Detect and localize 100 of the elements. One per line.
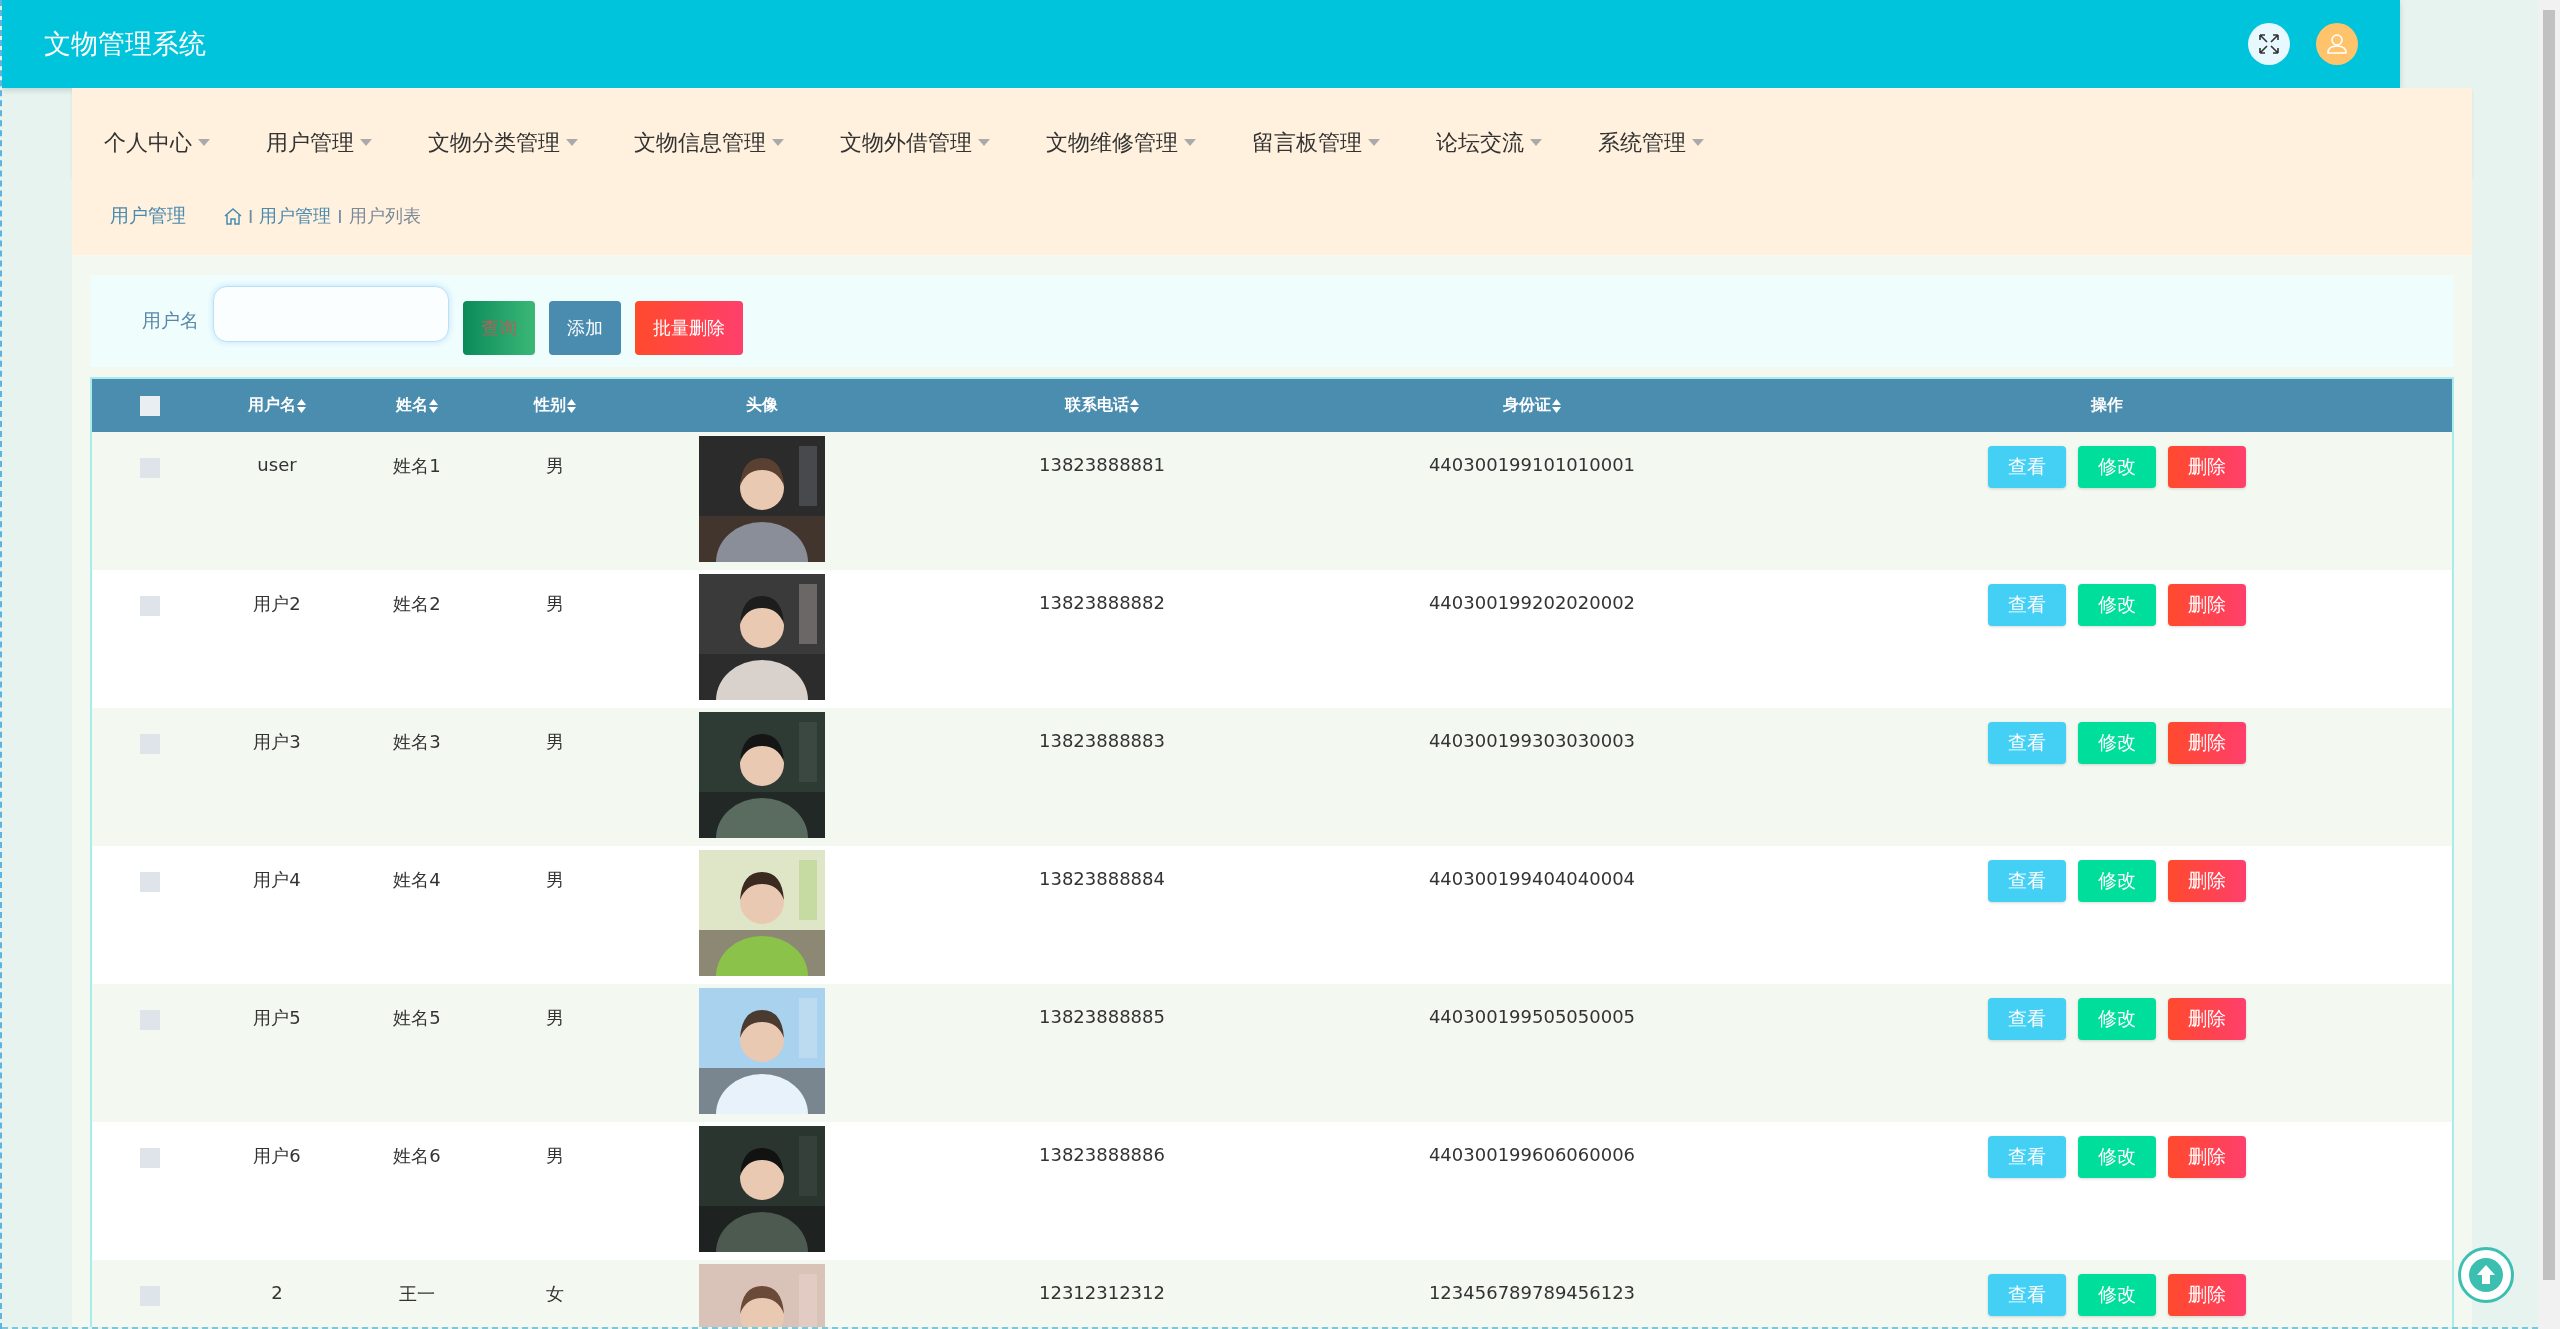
action-button[interactable]: 删除 (2168, 584, 2246, 626)
sort-icon (429, 398, 438, 413)
table-cell-text: 13823888883 (1038, 729, 1166, 751)
action-button[interactable]: 修改 (2078, 1274, 2156, 1316)
row-checkbox[interactable] (139, 872, 160, 892)
nav-menu-item[interactable]: 系统管理 (1598, 127, 1704, 158)
action-button[interactable]: 查看 (1988, 584, 2066, 626)
action-button[interactable]: 修改 (2078, 446, 2156, 488)
table-cell-text: user (256, 453, 298, 475)
table-cell-text: 440300199202020002 (1427, 591, 1637, 613)
table-cell-text: 姓名3 (392, 730, 442, 754)
user-icon (2326, 33, 2348, 55)
caret-icon (1184, 139, 1196, 146)
delete-button[interactable]: 批量删除 (635, 301, 743, 355)
breadcrumb-separator: I (337, 205, 343, 227)
table-cell-text: 用户2 (252, 592, 302, 616)
page-title: 用户管理 (110, 203, 186, 228)
column-header: 头像 (745, 395, 779, 416)
action-button[interactable]: 删除 (2168, 1274, 2246, 1316)
fullscreen-button[interactable] (2248, 23, 2290, 65)
select-all-checkbox[interactable] (139, 395, 160, 416)
table-cell-text: 2 (270, 1281, 284, 1303)
back-to-top-button[interactable] (2458, 1247, 2514, 1303)
row-checkbox[interactable] (139, 1148, 160, 1168)
caret-icon (198, 139, 210, 146)
table-cell-text: 男 (544, 1006, 565, 1030)
sort-icon (297, 398, 306, 413)
table-cell-text: 男 (544, 592, 565, 616)
username-input[interactable] (213, 286, 449, 342)
table-cell-text: 用户6 (252, 1144, 302, 1168)
column-header[interactable]: 性别 (487, 395, 622, 416)
action-button[interactable]: 查看 (1988, 1136, 2066, 1178)
action-button[interactable]: 查看 (1988, 446, 2066, 488)
nav-menu-item[interactable]: 文物信息管理 (634, 127, 784, 158)
caret-icon (1368, 139, 1380, 146)
action-button[interactable]: 删除 (2168, 1136, 2246, 1178)
table-cell-text: 用户3 (252, 730, 302, 754)
sort-icon (1552, 398, 1561, 413)
breadcrumb-separator: I (248, 205, 254, 227)
caret-icon (566, 139, 578, 146)
action-button[interactable]: 修改 (2078, 1136, 2156, 1178)
table-cell-text: 13823888886 (1038, 1143, 1166, 1165)
nav-menu-item[interactable]: 留言板管理 (1252, 127, 1380, 158)
action-button[interactable]: 查看 (1988, 860, 2066, 902)
table-cell-text: 13823888882 (1038, 591, 1166, 613)
table-cell-text: 13823888881 (1038, 453, 1166, 475)
table-cell-text: 姓名6 (392, 1144, 442, 1168)
table-cell-text: 男 (544, 730, 565, 754)
table-cell-text: 440300199404040004 (1427, 867, 1637, 889)
table-cell-text: 12312312312 (1038, 1281, 1166, 1303)
add-button[interactable]: 添加 (549, 301, 621, 355)
breadcrumb-link[interactable]: 用户列表 (348, 204, 421, 228)
table-cell-text: 440300199606060006 (1427, 1143, 1637, 1165)
column-header[interactable]: 身份证 (1302, 395, 1762, 416)
table-cell-text: 姓名1 (392, 454, 442, 478)
table-cell-text: 姓名5 (392, 1006, 442, 1030)
table-cell-text: 姓名4 (392, 868, 442, 892)
action-button[interactable]: 查看 (1988, 998, 2066, 1040)
action-button[interactable]: 修改 (2078, 584, 2156, 626)
table-cell-text: 123456789789456123 (1427, 1281, 1637, 1303)
action-button[interactable]: 修改 (2078, 998, 2156, 1040)
action-button[interactable]: 修改 (2078, 722, 2156, 764)
table-cell-text: 440300199505050005 (1427, 1005, 1637, 1027)
caret-icon (1530, 139, 1542, 146)
user-avatar-button[interactable] (2316, 23, 2358, 65)
table-cell-text: 13823888885 (1038, 1005, 1166, 1027)
sort-icon (566, 398, 576, 413)
nav-menu-item[interactable]: 论坛交流 (1436, 127, 1542, 158)
action-button[interactable]: 查看 (1988, 722, 2066, 764)
nav-menu-item[interactable]: 个人中心 (104, 127, 210, 158)
nav-menu-item[interactable]: 文物维修管理 (1046, 127, 1196, 158)
breadcrumb-link[interactable]: 用户管理 (259, 204, 332, 228)
column-header[interactable]: 联系电话 (902, 395, 1302, 416)
scroll-bar[interactable] (2538, 0, 2560, 1329)
action-button[interactable]: 删除 (2168, 446, 2246, 488)
action-button[interactable]: 删除 (2168, 722, 2246, 764)
sort-icon (1130, 398, 1139, 413)
home-icon[interactable] (224, 207, 242, 225)
action-button[interactable]: 查看 (1988, 1274, 2066, 1316)
row-checkbox[interactable] (139, 596, 160, 616)
action-button[interactable]: 删除 (2168, 998, 2246, 1040)
nav-menu-item[interactable]: 文物分类管理 (428, 127, 578, 158)
table-cell-text: 男 (544, 868, 565, 892)
column-header: 操作 (2089, 395, 2124, 416)
table-cell-text: 440300199101010001 (1427, 453, 1637, 475)
action-button[interactable]: 修改 (2078, 860, 2156, 902)
nav-menu-item[interactable]: 用户管理 (266, 127, 372, 158)
caret-icon (978, 139, 990, 146)
column-header[interactable]: 用户名 (207, 395, 347, 416)
nav-menu-item[interactable]: 文物外借管理 (840, 127, 990, 158)
app-title: 文物管理系统 (44, 27, 207, 61)
table-cell-text: 用户4 (252, 868, 302, 892)
table-cell-text: 用户5 (252, 1006, 302, 1030)
table-cell-text: 440300199303030003 (1427, 729, 1637, 751)
action-button[interactable]: 删除 (2168, 860, 2246, 902)
column-header[interactable]: 姓名 (347, 395, 487, 416)
table-cell-text: 男 (544, 1144, 565, 1168)
table-cell-text: 王一 (398, 1282, 436, 1306)
arrow-up-icon (2468, 1257, 2504, 1293)
table-cell-text: 女 (544, 1282, 565, 1306)
